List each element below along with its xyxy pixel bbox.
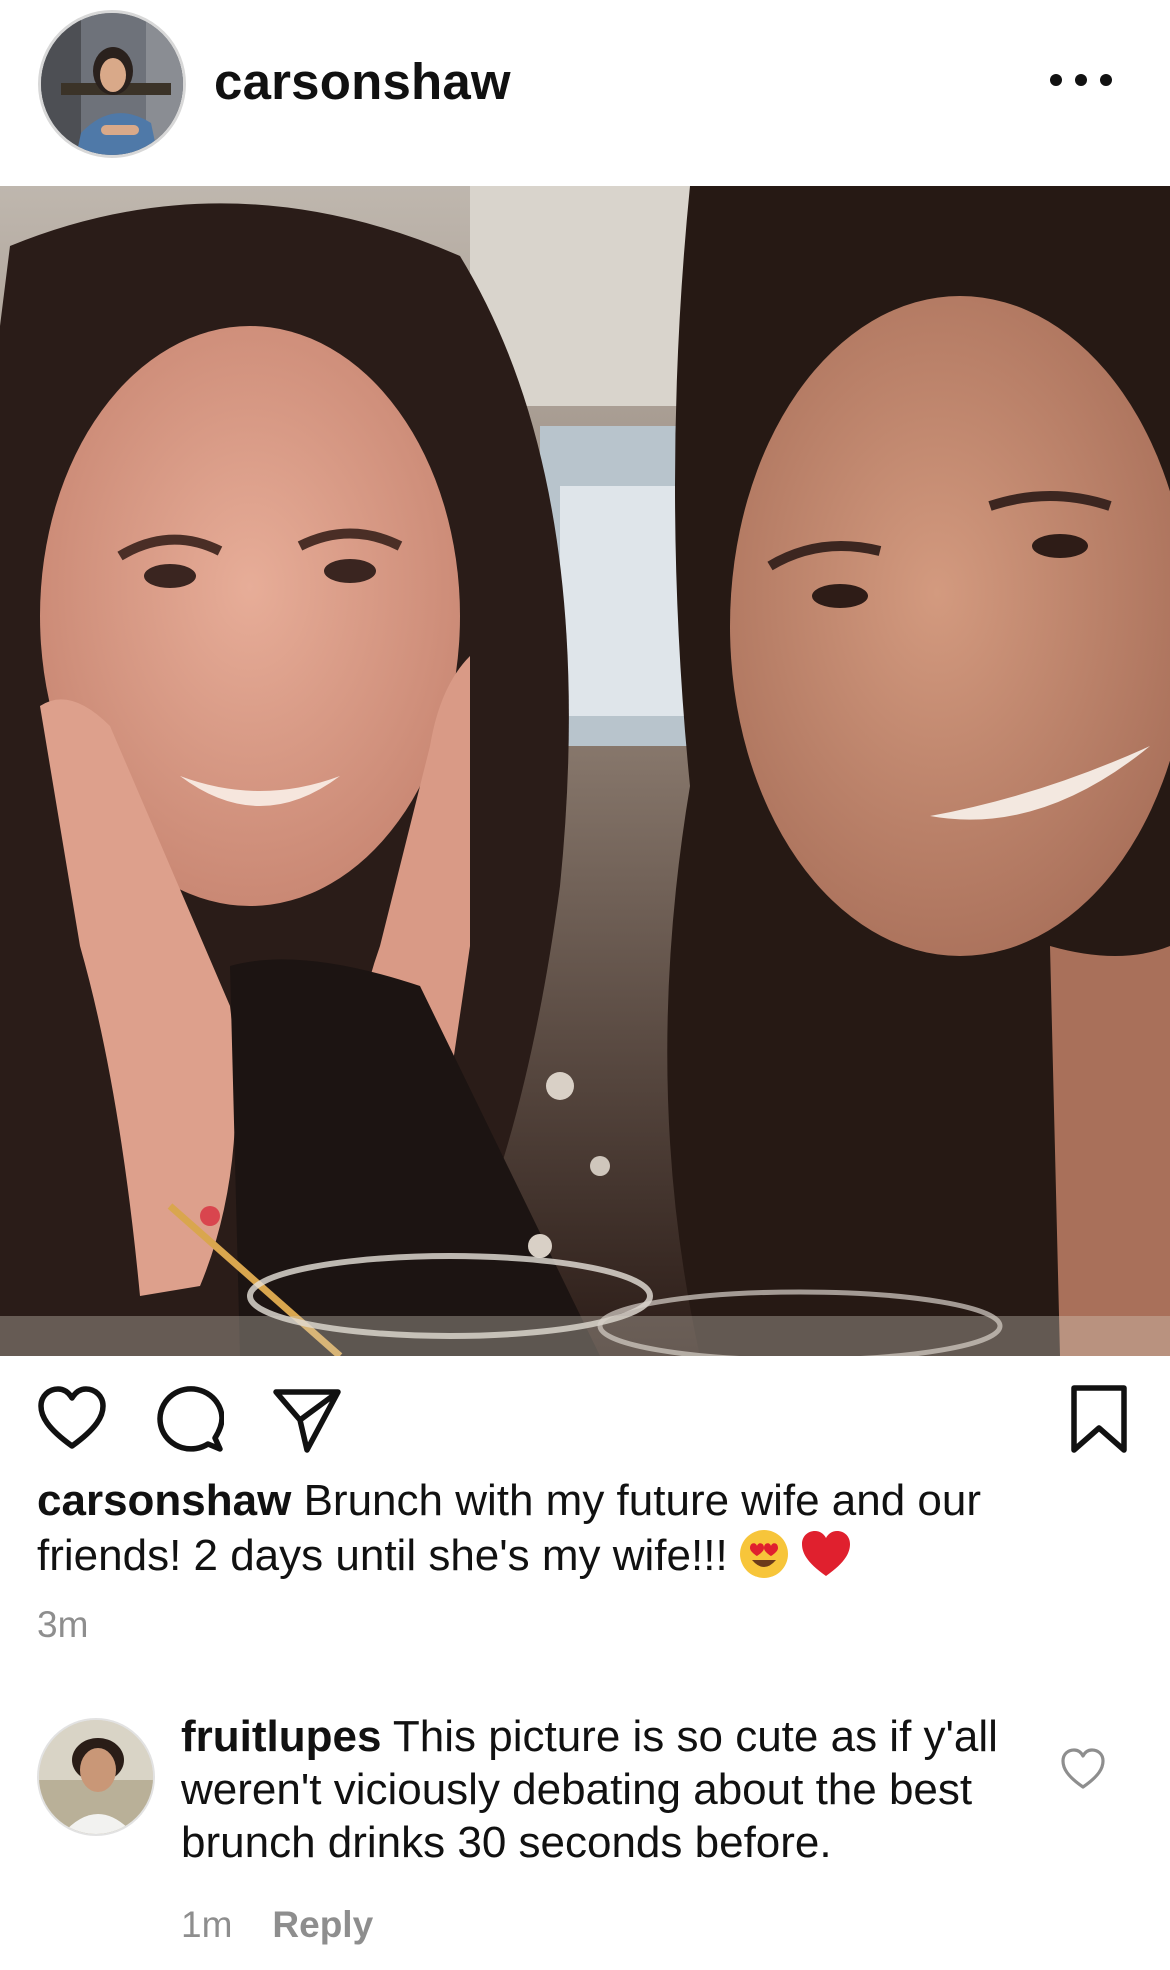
- heart-outline-icon[interactable]: [1060, 1746, 1106, 1792]
- caption-username[interactable]: carsonshaw: [37, 1476, 291, 1525]
- heart-icon[interactable]: [37, 1384, 107, 1454]
- bookmark-icon[interactable]: [1064, 1384, 1134, 1454]
- post-action-bar: [0, 1356, 1170, 1476]
- send-icon[interactable]: [272, 1384, 342, 1454]
- profile-avatar[interactable]: [38, 10, 186, 158]
- post-timestamp: 3m: [37, 1604, 89, 1645]
- reply-button[interactable]: Reply: [272, 1904, 373, 1946]
- heart-eyes-emoji: [738, 1528, 790, 1593]
- comment-meta: 1m Reply: [181, 1904, 373, 1946]
- post-header: carsonshaw: [0, 0, 1170, 186]
- comment-avatar[interactable]: [37, 1718, 155, 1836]
- comment-body: fruitlupes This picture is so cute as if…: [181, 1710, 1051, 1869]
- comment-item: fruitlupes This picture is so cute as if…: [0, 1710, 1170, 1970]
- comment-time: 1m: [181, 1904, 233, 1945]
- comment-username[interactable]: fruitlupes: [181, 1712, 381, 1761]
- post-username[interactable]: carsonshaw: [214, 52, 511, 111]
- comment-icon[interactable]: [154, 1384, 224, 1454]
- post-photo[interactable]: [0, 186, 1170, 1356]
- more-horizontal-icon[interactable]: [1050, 62, 1112, 98]
- post-caption: carsonshaw Brunch with my future wife an…: [37, 1474, 1117, 1593]
- red-heart-emoji: [800, 1528, 852, 1593]
